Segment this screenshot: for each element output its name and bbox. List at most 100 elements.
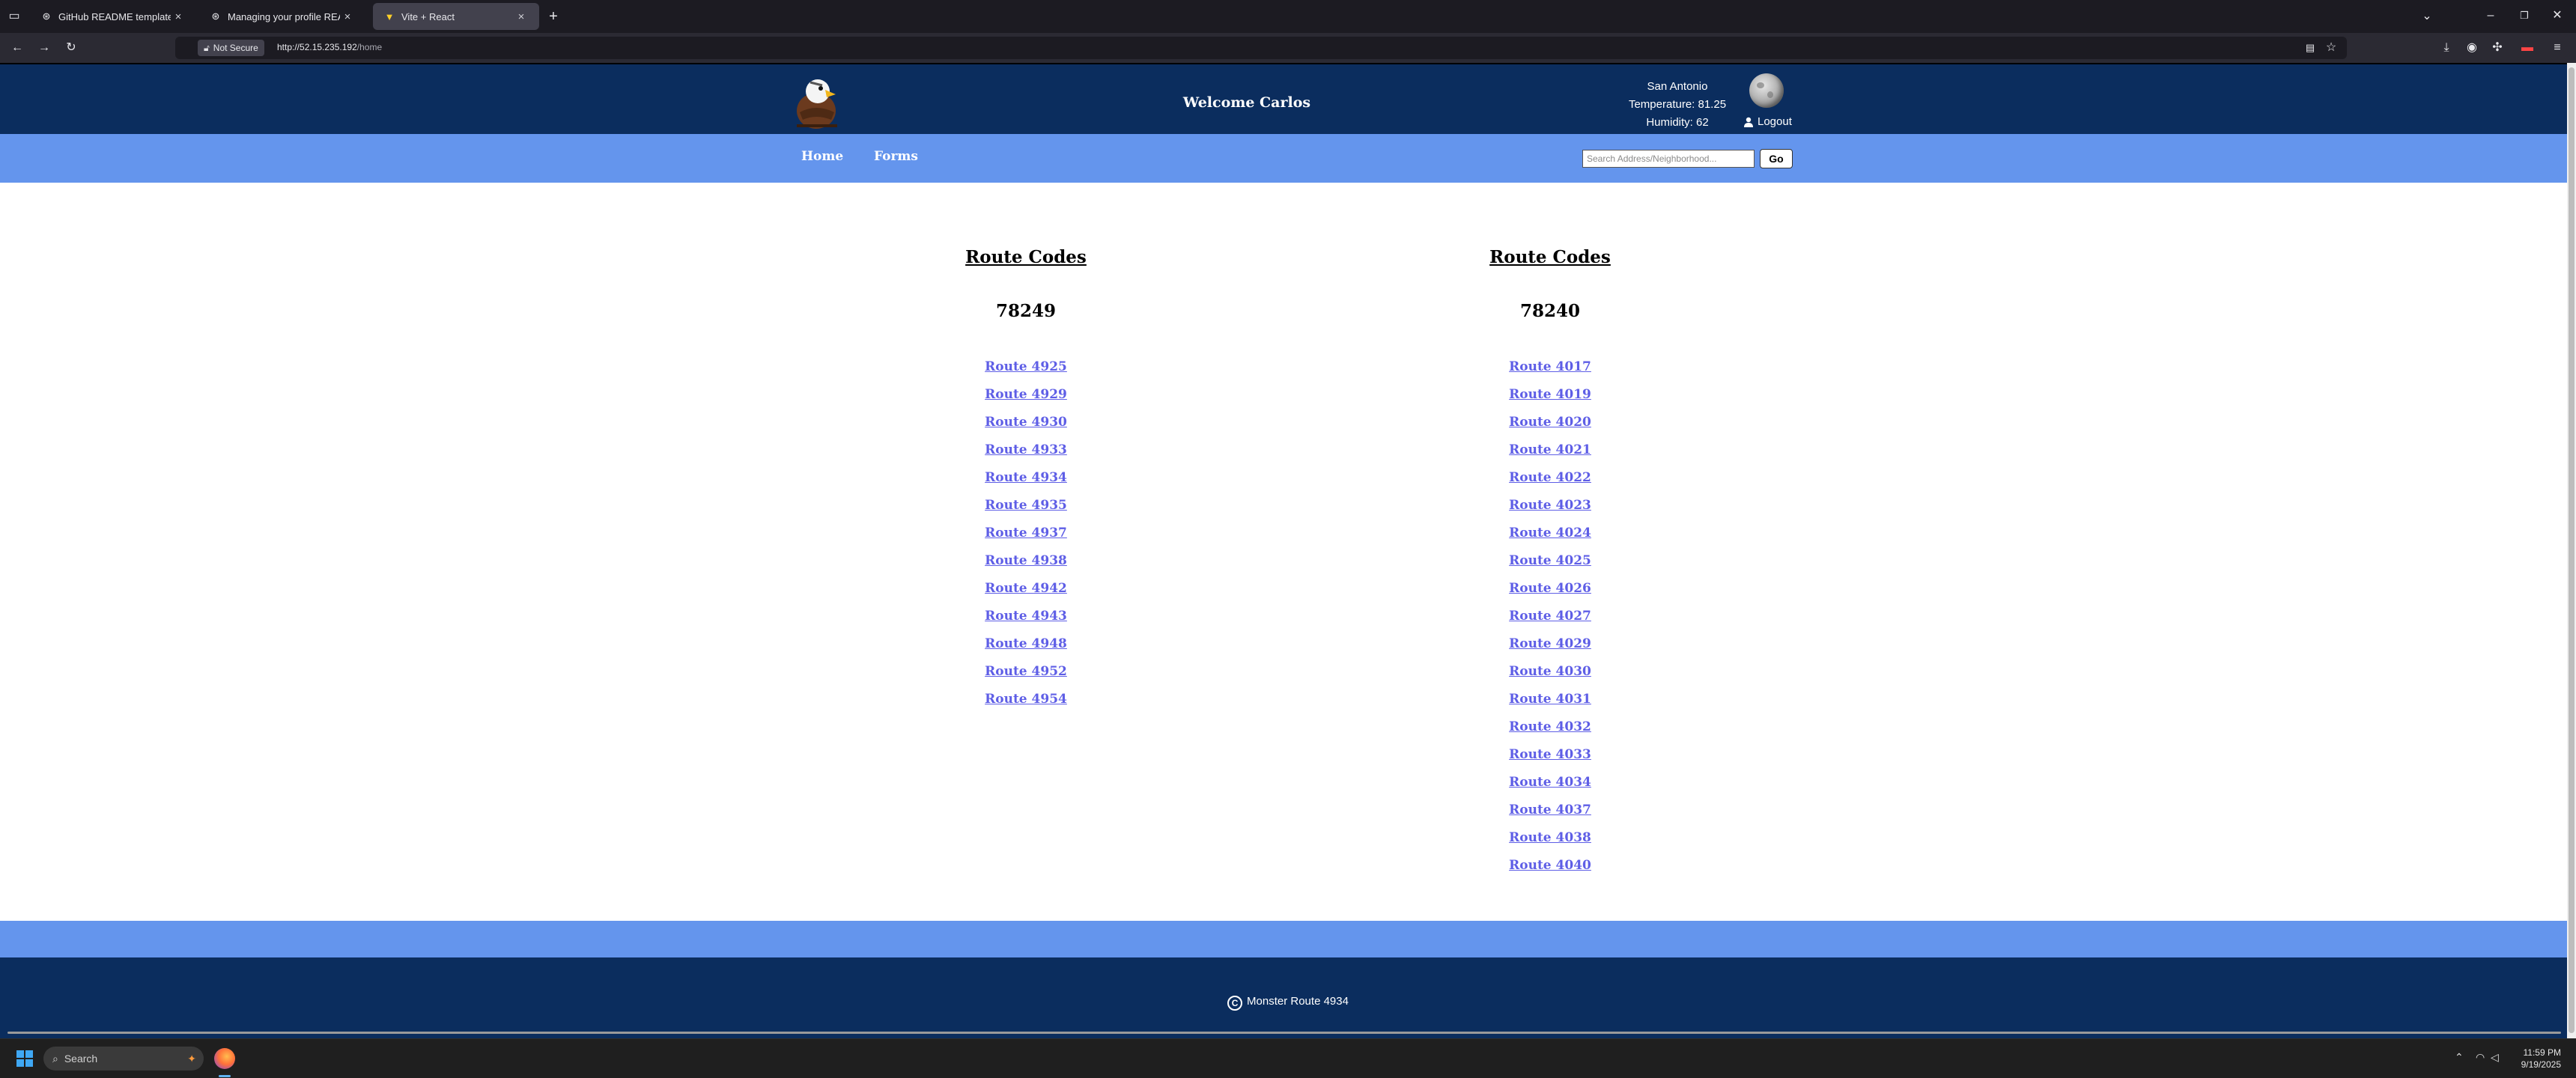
copyright-icon: C [1227,996,1243,1011]
route-link[interactable]: Route 4948 [985,636,1067,651]
horizontal-scrollbar[interactable] [7,1032,2561,1034]
reload-icon[interactable]: ↻ [63,40,79,55]
route-link[interactable]: Route 4034 [1509,775,1591,790]
window-close-icon[interactable]: ✕ [2549,8,2566,23]
downloads-icon[interactable]: ⤓ [2438,40,2455,55]
scrollbar-thumb[interactable] [2569,67,2575,1033]
back-icon[interactable]: ← [9,40,25,55]
route-link[interactable]: Route 4925 [985,359,1067,374]
route-list: Route 4925 Route 4929 Route 4930 Route 4… [914,359,1138,719]
route-link[interactable]: Route 4937 [985,526,1067,540]
weather-widget: San Antonio Temperature: 81.25 Humidity:… [1617,78,1737,132]
new-tab-icon[interactable]: + [545,9,562,24]
route-link[interactable]: Route 4952 [985,664,1067,679]
user-icon [1744,117,1753,127]
route-link[interactable]: Route 4024 [1509,526,1591,540]
logout-button[interactable]: Logout [1743,115,1792,128]
clock-date: 9/19/2025 [2521,1059,2561,1070]
tab-vite-react[interactable]: ▼ Vite + React × [373,3,539,30]
close-icon[interactable]: × [171,10,186,23]
welcome-message: Welcome Carlos [1182,94,1311,111]
volume-icon[interactable]: ◁ [2491,1051,2499,1064]
vite-icon: ▼ [384,10,395,22]
forward-icon[interactable]: → [36,40,52,55]
nav-link-forms[interactable]: Forms [874,149,918,164]
tab-github-readme-template[interactable]: ⊛ GitHub README template × [30,3,196,30]
minimize-icon[interactable]: – [2482,8,2499,23]
clock-time: 11:59 PM [2523,1047,2561,1058]
taskbar-clock[interactable]: 11:59 PM 9/19/2025 [2501,1047,2561,1071]
route-link[interactable]: Route 4025 [1509,553,1591,568]
not-secure-label: Not Secure [213,43,258,53]
route-link[interactable]: Route 4017 [1509,359,1591,374]
eagle-logo [797,79,837,129]
extensions-icon[interactable]: ✣ [2489,40,2506,55]
search-icon: ⌕ [52,1052,58,1065]
url-path: /home [356,42,383,52]
route-column-78240: Route Codes 78240 Route 4017 Route 4019 … [1438,247,1662,886]
list-all-tabs-icon[interactable]: ⌄ [2419,9,2435,24]
route-codes-heading: Route Codes [1489,247,1611,267]
temperature-text: Temperature: 81.25 [1628,98,1727,111]
route-link[interactable]: Route 4030 [1509,664,1591,679]
go-button[interactable]: Go [1760,149,1793,168]
bookmark-star-icon[interactable]: ☆ [2323,40,2339,55]
route-column-78249: Route Codes 78249 Route 4925 Route 4929 … [914,247,1138,719]
route-link[interactable]: Route 4929 [985,387,1067,402]
browser-tab-bar: ▭ ⊛ GitHub README template × ⊛ Managing … [0,0,2576,33]
route-link[interactable]: Route 4032 [1509,719,1591,734]
tab-list-icon[interactable]: ▭ [6,9,22,24]
lock-icon: 🔓︎ [204,42,210,53]
browser-nav-bar: ← → ↻ ⛉ 🔓︎ Not Secure http://52.15.235.1… [0,33,2576,63]
route-link[interactable]: Route 4038 [1509,830,1591,845]
route-link[interactable]: Route 4938 [985,553,1067,568]
route-link[interactable]: Route 4033 [1509,747,1591,762]
route-link[interactable]: Route 4037 [1509,803,1591,817]
copyright-text: C Monster Route 4934 [0,995,2576,1011]
route-link[interactable]: Route 4020 [1509,415,1591,430]
taskbar-search[interactable]: ⌕ Search ✦ [43,1047,204,1071]
route-link[interactable]: Route 4943 [985,609,1067,624]
tray-overflow-icon[interactable]: ⌃ [2455,1051,2464,1064]
not-secure-badge[interactable]: 🔓︎ Not Secure [198,40,264,56]
close-icon[interactable]: × [514,10,529,23]
route-link[interactable]: Route 4023 [1509,498,1591,513]
moon-phase-icon [1749,73,1784,108]
reader-view-icon[interactable]: ▤ [2302,40,2318,55]
route-link[interactable]: Route 4021 [1509,442,1591,457]
firefox-taskbar-icon[interactable] [214,1048,235,1069]
route-link[interactable]: Route 4933 [985,442,1067,457]
route-link[interactable]: Route 4954 [985,692,1067,707]
search-highlight-icon: ✦ [187,1052,196,1065]
restore-icon[interactable]: ❐ [2516,8,2533,23]
zip-code: 78240 [1519,301,1581,321]
route-link[interactable]: Route 4026 [1509,581,1591,596]
taskbar-search-label: Search [64,1053,98,1065]
search-input[interactable] [1582,150,1755,168]
route-link[interactable]: Route 4027 [1509,609,1591,624]
tab-managing-profile-readme[interactable]: ⊛ Managing your profile README × [199,3,365,30]
route-link[interactable]: Route 4942 [985,581,1067,596]
close-icon[interactable]: × [340,10,355,23]
route-link[interactable]: Route 4029 [1509,636,1591,651]
route-link[interactable]: Route 4935 [985,498,1067,513]
route-link[interactable]: Route 4934 [985,470,1067,485]
menu-icon[interactable]: ≡ [2549,40,2566,55]
tab-label: Managing your profile README [228,10,340,22]
url-host: http://52.15.235.192 [277,42,357,52]
route-link[interactable]: Route 4022 [1509,470,1591,485]
address-bar[interactable]: 🔓︎ Not Secure http://52.15.235.192/home … [175,37,2347,59]
route-link[interactable]: Route 4040 [1509,858,1591,873]
windows-start-icon[interactable] [16,1050,33,1067]
extension-red-icon[interactable]: ▬ [2519,40,2536,55]
account-icon[interactable]: ◉ [2464,40,2480,55]
tab-label: Vite + React [401,10,455,22]
nav-link-home[interactable]: Home [801,149,843,164]
github-icon: ⊛ [211,10,220,22]
wifi-icon[interactable]: ◠ [2476,1051,2485,1064]
route-link[interactable]: Route 4930 [985,415,1067,430]
url-text[interactable]: http://52.15.235.192/home [277,42,382,52]
humidity-text: Humidity: 62 [1646,116,1709,129]
route-link[interactable]: Route 4031 [1509,692,1591,707]
route-link[interactable]: Route 4019 [1509,387,1591,402]
